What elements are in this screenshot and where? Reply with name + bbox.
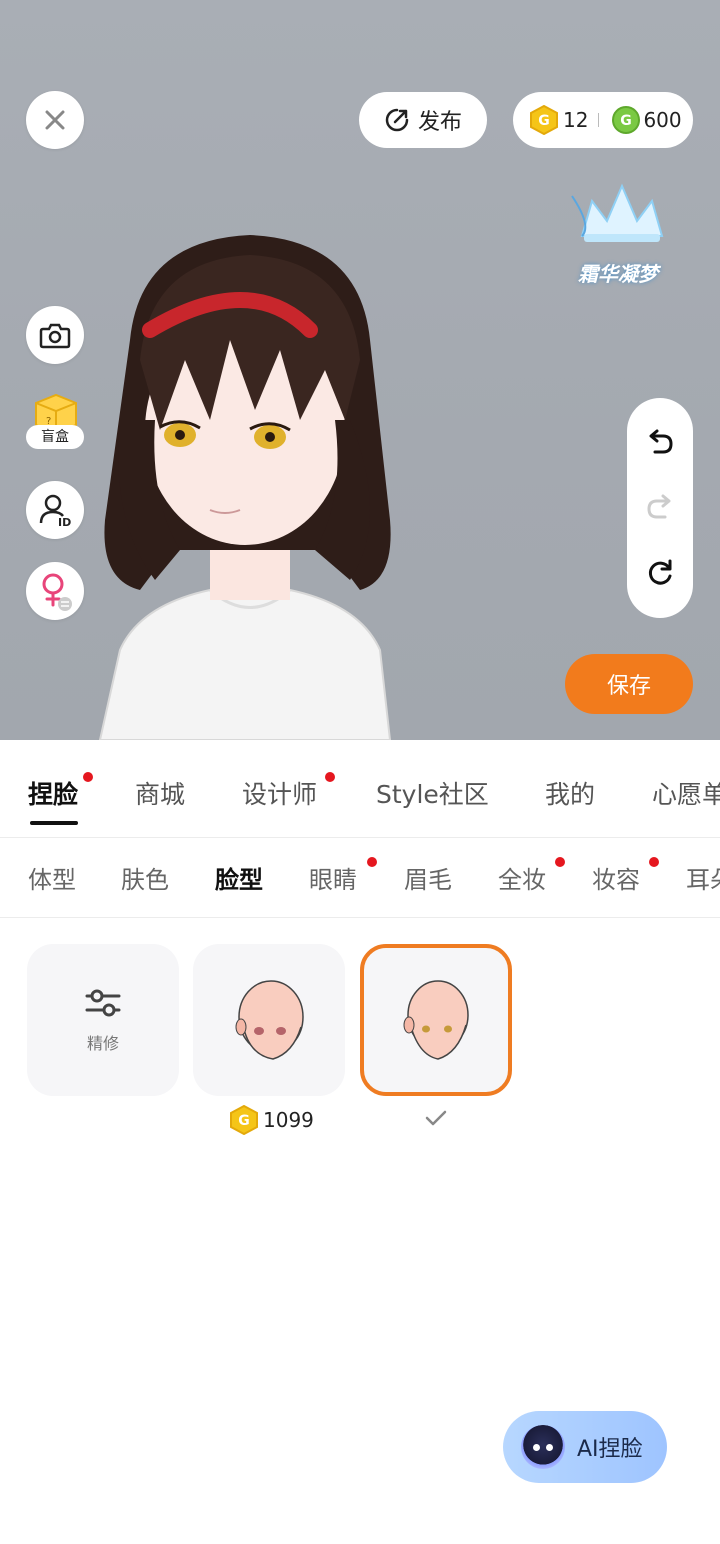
gender-switch-button[interactable] <box>26 562 84 620</box>
subtab-face-shape[interactable]: 脸型 <box>215 860 263 895</box>
selected-check-icon <box>425 1110 447 1126</box>
publish-icon <box>385 108 409 132</box>
tab-face-edit[interactable]: 捏脸 <box>28 775 78 811</box>
main-tab-bar: 捏脸 商城 设计师 Style社区 我的 心愿单 <box>0 740 720 838</box>
event-badge[interactable]: 霜华凝梦 <box>562 176 682 288</box>
wallet-divider <box>598 113 600 127</box>
currency-wallet[interactable]: G 12 G 600 <box>513 92 693 148</box>
close-icon <box>45 110 65 130</box>
face-shape-option-1-price: G 1099 <box>229 1103 314 1137</box>
camera-icon <box>39 323 71 349</box>
subtab-makeup[interactable]: 妆容 <box>592 860 640 895</box>
subtab-body[interactable]: 体型 <box>28 860 76 895</box>
ai-face-label: AI捏脸 <box>577 1437 643 1462</box>
gold-coin-icon: G <box>529 105 559 135</box>
reset-icon[interactable] <box>645 558 675 588</box>
tab-face-edit-dot <box>83 772 93 782</box>
publish-button[interactable]: 发布 <box>359 92 487 148</box>
face-shape-thumbnail <box>403 980 469 1060</box>
subtab-full-makeup-dot <box>555 857 565 867</box>
tab-wishlist[interactable]: 心愿单 <box>652 775 720 811</box>
sliders-icon <box>85 989 121 1017</box>
robot-icon <box>521 1425 565 1469</box>
tab-designer-dot <box>325 772 335 782</box>
tab-mine[interactable]: 我的 <box>545 775 595 811</box>
undo-icon[interactable] <box>645 428 675 458</box>
publish-label: 发布 <box>417 110 462 135</box>
close-button[interactable] <box>26 91 84 149</box>
sub-tab-bar: 体型 肤色 脸型 眼睛 眉毛 全妆 妆容 耳朵 <box>0 838 720 918</box>
green-coin-count: 600 <box>643 108 682 132</box>
svg-text:G: G <box>538 113 550 129</box>
svg-text:ID: ID <box>58 516 71 527</box>
avatar-model[interactable] <box>60 220 440 740</box>
avatar-id-button[interactable]: ID <box>26 481 84 539</box>
refine-item[interactable]: 精修 <box>27 944 179 1096</box>
subtab-skin[interactable]: 肤色 <box>121 860 169 895</box>
green-coin-icon: G <box>611 105 641 135</box>
subtab-full-makeup[interactable]: 全妆 <box>498 860 546 895</box>
subtab-ears[interactable]: 耳朵 <box>686 860 720 895</box>
female-icon <box>42 573 72 611</box>
ai-face-button[interactable]: AI捏脸 <box>503 1411 667 1483</box>
face-shape-option-1[interactable] <box>193 944 345 1096</box>
gold-coin-count: 12 <box>563 108 589 132</box>
face-shape-option-2[interactable] <box>360 944 512 1096</box>
history-panel <box>627 398 693 618</box>
subtab-eyebrows[interactable]: 眉毛 <box>404 860 452 895</box>
subtab-eyes-dot <box>367 857 377 867</box>
blind-box-label: 盲盒 <box>26 425 84 449</box>
active-tab-indicator <box>30 821 78 825</box>
svg-text:G: G <box>238 1113 250 1129</box>
tab-store[interactable]: 商城 <box>135 775 185 811</box>
badge-text: 霜华凝梦 <box>578 262 658 286</box>
gold-coin-icon: G <box>230 1105 258 1135</box>
blind-box-button[interactable]: ? 盲盒 <box>26 391 84 457</box>
subtab-makeup-dot <box>649 857 659 867</box>
tab-style-community[interactable]: Style社区 <box>376 775 489 811</box>
avatar-preview: 发布 G 12 G 600 霜华凝梦 ? 盲盒 ID 保存 <box>0 0 720 740</box>
svg-text:G: G <box>621 113 633 129</box>
redo-icon[interactable] <box>645 493 675 523</box>
user-id-icon: ID <box>39 494 71 527</box>
camera-button[interactable] <box>26 306 84 364</box>
crown-icon <box>571 183 664 242</box>
save-button[interactable]: 保存 <box>565 654 693 714</box>
subtab-eyes[interactable]: 眼睛 <box>309 860 357 895</box>
tab-designer[interactable]: 设计师 <box>242 775 317 811</box>
face-shape-thumbnail <box>235 980 304 1060</box>
refine-label: 精修 <box>86 1034 119 1053</box>
price-value: 1099 <box>263 1108 314 1132</box>
